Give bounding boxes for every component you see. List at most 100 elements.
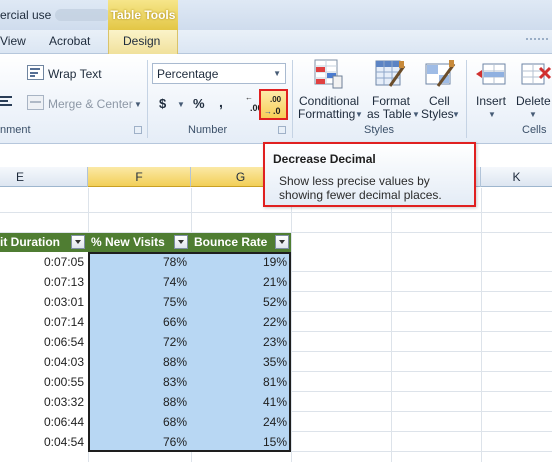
bounce-rate-cell[interactable]: 24% bbox=[191, 412, 291, 432]
chevron-down-icon[interactable]: ▼ bbox=[488, 110, 496, 119]
new-visits-cell[interactable]: 66% bbox=[88, 312, 191, 332]
table-header-visit-duration[interactable]: it Duration bbox=[0, 233, 88, 252]
visit-duration-cell[interactable]: 0:04:03 bbox=[0, 352, 88, 372]
alignment-launcher-icon[interactable] bbox=[134, 126, 142, 134]
column-header-e[interactable]: E bbox=[0, 167, 40, 187]
format-as-table-label2[interactable]: as Table bbox=[367, 107, 411, 121]
conditional-formatting-label2[interactable]: Formatting bbox=[298, 107, 355, 121]
column-header-f[interactable]: F bbox=[88, 167, 191, 187]
decrease-decimal-tooltip: Decrease Decimal Show less precise value… bbox=[263, 142, 476, 207]
grid-line bbox=[0, 212, 552, 213]
group-separator bbox=[147, 60, 148, 138]
visit-duration-cell[interactable]: 0:07:14 bbox=[0, 312, 88, 332]
chevron-down-icon[interactable]: ▼ bbox=[355, 110, 363, 119]
delete-button[interactable]: Delete bbox=[516, 94, 551, 108]
grid-line bbox=[291, 188, 292, 462]
insert-button[interactable]: Insert bbox=[476, 94, 506, 108]
decrease-decimal-button[interactable]: .00 → .0 bbox=[259, 89, 288, 120]
merge-center-icon[interactable] bbox=[27, 95, 44, 110]
ribbon-minimize-area bbox=[520, 30, 552, 54]
blurred-title-part bbox=[55, 9, 110, 21]
window-title: ercial use bbox=[0, 8, 52, 22]
grid-line bbox=[481, 188, 482, 462]
new-visits-cell[interactable]: 72% bbox=[88, 332, 191, 352]
bounce-rate-cell[interactable]: 22% bbox=[191, 312, 291, 332]
filter-dropdown-icon[interactable] bbox=[275, 235, 289, 249]
tooltip-description: Show less precise values by showing fewe… bbox=[279, 174, 442, 202]
percent-button[interactable]: % bbox=[193, 96, 205, 111]
comma-button[interactable]: , bbox=[219, 94, 223, 110]
conditional-formatting-label1[interactable]: Conditional bbox=[299, 94, 359, 108]
group-separator bbox=[466, 60, 467, 138]
group-separator bbox=[292, 60, 293, 138]
table-header-new-visits[interactable]: % New Visits bbox=[88, 233, 191, 252]
visit-duration-cell[interactable]: 0:04:54 bbox=[0, 432, 88, 452]
chevron-down-icon[interactable]: ▼ bbox=[134, 100, 142, 109]
tab-view[interactable]: View bbox=[0, 34, 26, 48]
chevron-down-icon[interactable]: ▼ bbox=[177, 100, 185, 109]
align-lines-icon[interactable] bbox=[0, 95, 14, 109]
number-format-select[interactable]: Percentage ▼ bbox=[152, 63, 286, 84]
visit-duration-cell[interactable]: 0:03:32 bbox=[0, 392, 88, 412]
new-visits-cell[interactable]: 83% bbox=[88, 372, 191, 392]
bounce-rate-cell[interactable]: 41% bbox=[191, 392, 291, 412]
chevron-down-icon[interactable]: ▼ bbox=[452, 110, 460, 119]
chevron-down-icon[interactable]: ▼ bbox=[529, 110, 537, 119]
cell-styles-label1[interactable]: Cell bbox=[429, 94, 450, 108]
visit-duration-cell[interactable]: 0:06:44 bbox=[0, 412, 88, 432]
alignment-group-label: nment bbox=[0, 124, 31, 136]
new-visits-cell[interactable]: 76% bbox=[88, 432, 191, 452]
new-visits-cell[interactable]: 68% bbox=[88, 412, 191, 432]
tooltip-title: Decrease Decimal bbox=[273, 152, 376, 166]
bounce-rate-cell[interactable]: 52% bbox=[191, 292, 291, 312]
visit-duration-cell[interactable]: 0:00:55 bbox=[0, 372, 88, 392]
visit-duration-cell[interactable]: 0:07:05 bbox=[0, 252, 88, 272]
grid-line bbox=[391, 188, 392, 462]
tab-design-label[interactable]: Design bbox=[123, 34, 160, 48]
visit-duration-cell[interactable]: 0:03:01 bbox=[0, 292, 88, 312]
new-visits-cell[interactable]: 74% bbox=[88, 272, 191, 292]
decrease-decimal-icon: .00 → .0 bbox=[264, 95, 282, 116]
number-launcher-icon[interactable] bbox=[278, 126, 286, 134]
svg-text:.0: .0 bbox=[273, 106, 281, 116]
format-as-table-icon[interactable] bbox=[374, 58, 406, 90]
table-tools-label: Table Tools bbox=[110, 8, 176, 22]
cells-group-label: Cells bbox=[522, 124, 547, 136]
bounce-rate-cell[interactable]: 35% bbox=[191, 352, 291, 372]
wrap-text-button[interactable]: Wrap Text bbox=[48, 67, 102, 81]
column-header-spacer[interactable] bbox=[40, 167, 88, 187]
new-visits-cell[interactable]: 78% bbox=[88, 252, 191, 272]
insert-cells-icon[interactable] bbox=[475, 58, 507, 90]
format-as-table-label1[interactable]: Format bbox=[372, 94, 410, 108]
chevron-down-icon[interactable]: ▼ bbox=[412, 110, 420, 119]
new-visits-cell[interactable]: 88% bbox=[88, 352, 191, 372]
filter-dropdown-icon[interactable] bbox=[174, 235, 188, 249]
cell-styles-label2[interactable]: Styles bbox=[421, 107, 454, 121]
tab-acrobat[interactable]: Acrobat bbox=[49, 34, 90, 48]
visit-duration-cell[interactable]: 0:06:54 bbox=[0, 332, 88, 352]
chevron-down-icon: ▼ bbox=[273, 69, 281, 78]
svg-text:→: → bbox=[264, 107, 272, 116]
wrap-text-icon[interactable] bbox=[27, 65, 44, 80]
bounce-rate-cell[interactable]: 81% bbox=[191, 372, 291, 392]
new-visits-cell[interactable]: 75% bbox=[88, 292, 191, 312]
table-header-bounce-rate[interactable]: Bounce Rate bbox=[191, 233, 291, 252]
merge-center-button[interactable]: Merge & Center bbox=[48, 97, 133, 111]
styles-group-label: Styles bbox=[364, 124, 394, 136]
conditional-formatting-icon[interactable] bbox=[313, 58, 343, 90]
visit-duration-cell[interactable]: 0:07:13 bbox=[0, 272, 88, 292]
filter-dropdown-icon[interactable] bbox=[71, 235, 85, 249]
number-group-label: Number bbox=[188, 124, 228, 136]
delete-cells-icon[interactable] bbox=[520, 58, 552, 90]
currency-button[interactable]: $ bbox=[159, 96, 166, 111]
bounce-rate-cell[interactable]: 23% bbox=[191, 332, 291, 352]
number-format-value: Percentage bbox=[157, 67, 219, 81]
new-visits-cell[interactable]: 88% bbox=[88, 392, 191, 412]
column-header-k[interactable]: K bbox=[481, 167, 552, 187]
svg-text:←: ← bbox=[245, 93, 253, 102]
bounce-rate-cell[interactable]: 15% bbox=[191, 432, 291, 452]
table-tools-context: Table Tools bbox=[108, 0, 178, 30]
bounce-rate-cell[interactable]: 21% bbox=[191, 272, 291, 292]
bounce-rate-cell[interactable]: 19% bbox=[191, 252, 291, 272]
cell-styles-icon[interactable] bbox=[424, 58, 456, 90]
